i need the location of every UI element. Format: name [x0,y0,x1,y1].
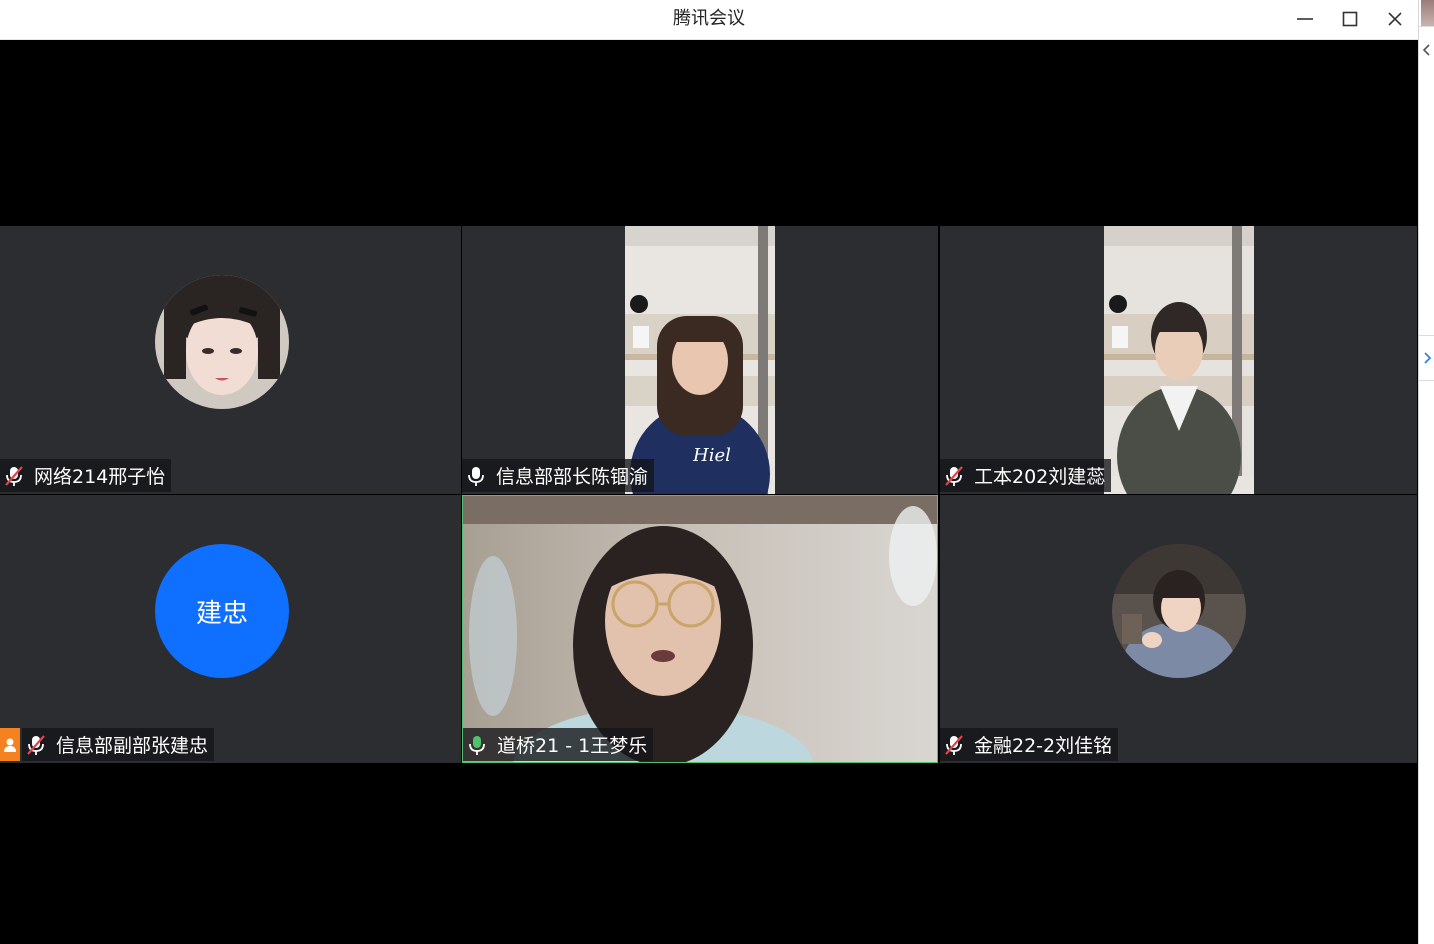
participant-video [1104,226,1254,494]
svg-text:Hiel: Hiel [692,445,731,466]
avatar-initials: 建忠 [195,598,248,629]
participant-tile-active[interactable]: 道桥21 - 1王梦乐 [462,495,938,763]
divider [1419,380,1434,381]
participant-name-label: 网络214邢子怡 [0,459,172,492]
participant-name: 金融22-2刘佳铭 [974,735,1113,757]
chevron-left-icon[interactable] [1420,42,1434,58]
close-icon [1388,12,1402,26]
microphone-muted-icon[interactable] [944,734,964,756]
meeting-stage: 网络214邢子怡 Hiel 信息部部长陈锢渝 工本202刘建蕊 建忠 信息部副部… [0,40,1418,944]
participant-name: 道桥21 - 1王梦乐 [497,735,648,757]
participant-name: 网络214邢子怡 [34,466,166,488]
participant-tile[interactable]: Hiel 信息部部长陈锢渝 [462,226,938,494]
participant-name-label: 金融22-2刘佳铭 [940,728,1119,761]
participant-video [463,496,937,762]
participant-name-label: 工本202刘建蕊 [940,459,1112,492]
close-button[interactable] [1373,0,1417,38]
participant-name: 信息部副部张建忠 [56,735,209,757]
chevron-right-icon[interactable] [1420,350,1434,366]
participant-name: 信息部部长陈锢渝 [496,466,649,488]
participant-tile[interactable]: 网络214邢子怡 [0,226,461,494]
minimize-button[interactable] [1283,0,1327,38]
maximize-button[interactable] [1328,0,1372,38]
microphone-muted-icon[interactable] [944,465,964,487]
participant-tile[interactable]: 建忠 信息部副部张建忠 [0,495,461,763]
microphone-icon[interactable] [466,465,486,487]
side-panel-edge [1418,0,1434,944]
participant-tile[interactable]: 金融22-2刘佳铭 [940,495,1417,763]
microphone-muted-icon[interactable] [26,734,46,756]
host-person-icon [0,728,20,761]
participant-name: 工本202刘建蕊 [974,466,1106,488]
participant-name-label: 信息部副部张建忠 [22,728,215,761]
window-title: 腾讯会议 [673,8,745,29]
microphone-muted-icon[interactable] [4,465,24,487]
participant-tile[interactable]: 工本202刘建蕊 [940,226,1417,494]
side-thumbnail [1421,0,1434,26]
participant-name-label: 道桥21 - 1王梦乐 [463,728,654,761]
microphone-speaking-icon[interactable] [467,734,487,756]
participant-video: Hiel [625,226,775,494]
divider [1419,335,1434,336]
minimize-icon [1297,18,1313,20]
divider [1419,26,1434,27]
participant-name-label: 信息部部长陈锢渝 [462,459,655,492]
participant-avatar [155,275,289,409]
participant-initials-avatar: 建忠 [155,544,289,678]
participant-avatar [1112,544,1246,678]
title-bar: 腾讯会议 [0,0,1418,40]
maximize-icon [1342,11,1358,27]
